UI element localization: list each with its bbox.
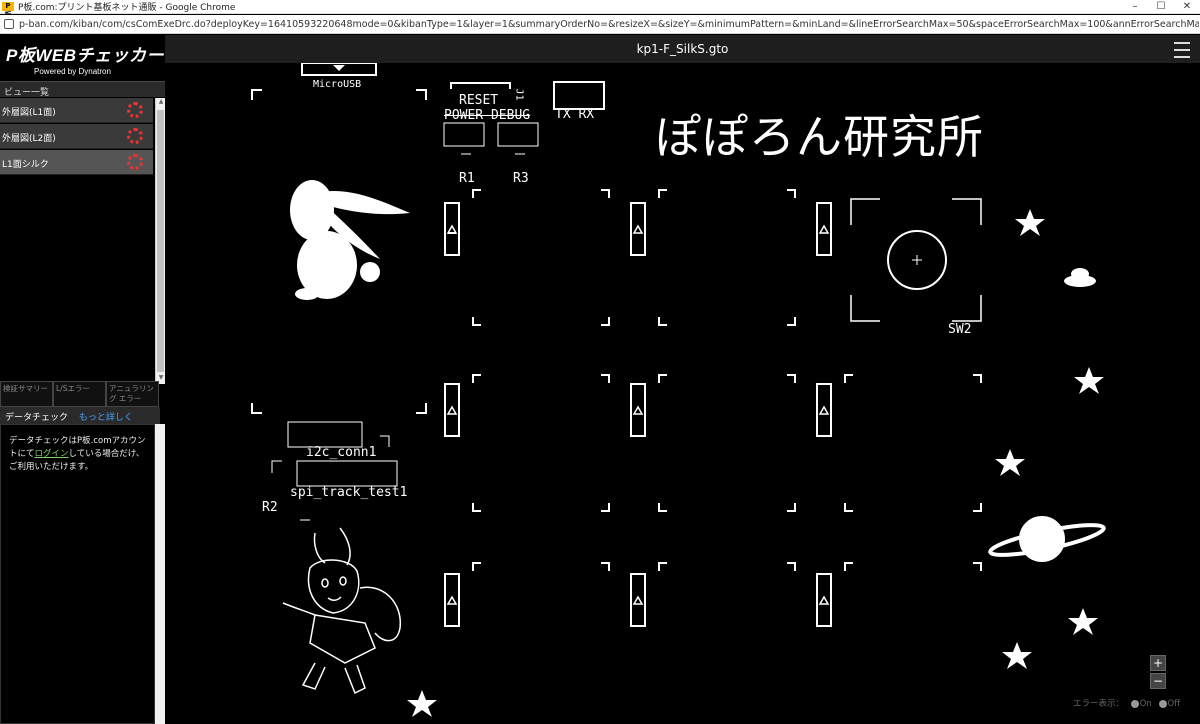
loading-spinner-icon (127, 128, 143, 144)
close-button[interactable]: ✕ (1174, 0, 1200, 14)
i2c-conn-label: i2c_conn1 (306, 445, 377, 460)
logo-sub-text: Powered by Dynatron (34, 67, 111, 76)
left-panel: P板WEBチェッカー Powered by Dynatron ビュー一覧 外層図… (0, 35, 165, 724)
j1-label: J1 (513, 88, 525, 101)
sw2-encoder-outline (850, 198, 982, 322)
datacheck-body: データチェックはP板.comアカウントにてログインしている場合だけ、ご利用いただ… (0, 424, 155, 724)
tab-summary[interactable]: 検証サマリー (0, 381, 53, 407)
favicon-icon: P板 (2, 2, 14, 19)
maximize-button[interactable]: ☐ (1148, 0, 1174, 14)
error-display-toggle: エラー表示： On Off (1073, 697, 1180, 709)
error-off-label[interactable]: Off (1168, 699, 1181, 709)
minimize-button[interactable]: – (1122, 0, 1148, 14)
r2-label: R2 (262, 500, 278, 515)
power-debug-label: POWER DEBUG (444, 108, 531, 123)
tab-ls-error[interactable]: L/Sエラー (53, 381, 106, 407)
view-item-label: 外層図(L2面) (2, 134, 56, 144)
app-logo[interactable]: P板WEBチェッカー Powered by Dynatron (0, 35, 165, 81)
tab-annular-error[interactable]: アニュラリング エラー (106, 381, 159, 407)
ufo-icon (1064, 268, 1096, 287)
lock-icon (4, 19, 14, 29)
character-lineart (282, 527, 401, 695)
rabbit-silhouette (290, 180, 410, 300)
pcb-canvas[interactable]: MicroUSB RESET J1 POWER DEBUG TX RX R1 R… (165, 63, 1200, 724)
address-bar[interactable]: p-ban.com/kiban/com/csComExeDrc.do?deplo… (0, 15, 1200, 34)
window-controls: – ☐ ✕ (1122, 0, 1200, 14)
view-item-label: 外層図(L1面) (2, 108, 56, 118)
view-list-scrollbar[interactable]: ▲ ▼ (155, 98, 165, 384)
key-switch-footprints (444, 189, 982, 627)
star-icons (407, 209, 1104, 717)
radio-off-icon[interactable] (1158, 699, 1167, 708)
microusb-label: MicroUSB (313, 79, 362, 90)
canvas-header: kp1-F_SilkS.gto (165, 35, 1200, 63)
view-item-silk-l1[interactable]: L1面シルク (0, 150, 153, 175)
login-link[interactable]: ログイン (35, 449, 69, 459)
error-display-label: エラー表示： (1073, 699, 1125, 709)
view-list: 外層図(L1面) 外層図(L2面) L1面シルク ▲ ▼ (0, 98, 165, 384)
result-tabs: 検証サマリー L/Sエラー アニュラリング エラー (0, 381, 160, 407)
sw2-label: SW2 (948, 322, 972, 337)
radio-on-icon[interactable] (1130, 699, 1139, 708)
microusb-outline (301, 63, 377, 76)
zoom-out-button[interactable]: − (1150, 673, 1166, 689)
connector-outlines (271, 421, 398, 521)
error-on-label[interactable]: On (1140, 699, 1152, 709)
file-title: kp1-F_SilkS.gto (636, 42, 729, 56)
window-title: P板.com:プリント基板ネット通販 - Google Chrome (18, 3, 236, 13)
window-titlebar: P板 P板.com:プリント基板ネット通販 - Google Chrome – … (0, 0, 1200, 19)
loading-spinner-icon (127, 154, 143, 170)
planet-saturn-icon (988, 516, 1106, 562)
txrx-label: TX RX (555, 107, 595, 122)
hamburger-menu-icon[interactable] (1168, 37, 1196, 61)
datacheck-more-link[interactable]: もっと詳しく (79, 413, 133, 423)
zoom-in-button[interactable]: + (1150, 655, 1166, 671)
logo-main-text: P板WEBチェッカー (6, 46, 164, 65)
loading-spinner-icon (127, 102, 143, 118)
datacheck-title: データチェック (5, 413, 69, 423)
datacheck-scrollbar[interactable] (155, 424, 165, 724)
brand-text: ぽぽろん研究所 (655, 110, 984, 164)
view-item-outer-l1[interactable]: 外層図(L1面) (0, 98, 153, 123)
r3-label: R3 (513, 171, 529, 186)
url-text[interactable]: p-ban.com/kiban/com/csComExeDrc.do?deplo… (19, 19, 1199, 30)
datacheck-header: データチェック もっと詳しく (0, 407, 160, 424)
zoom-controls: + − (1150, 655, 1166, 691)
view-item-outer-l2[interactable]: 外層図(L2面) (0, 124, 153, 149)
scrollbar-thumb[interactable] (157, 110, 164, 372)
spi-track-label: spi_track_test1 (290, 485, 408, 500)
reset-label: RESET (459, 93, 499, 108)
view-list-header: ビュー一覧 (0, 81, 165, 98)
view-item-label: L1面シルク (2, 160, 49, 170)
r1-label: R1 (459, 171, 475, 186)
